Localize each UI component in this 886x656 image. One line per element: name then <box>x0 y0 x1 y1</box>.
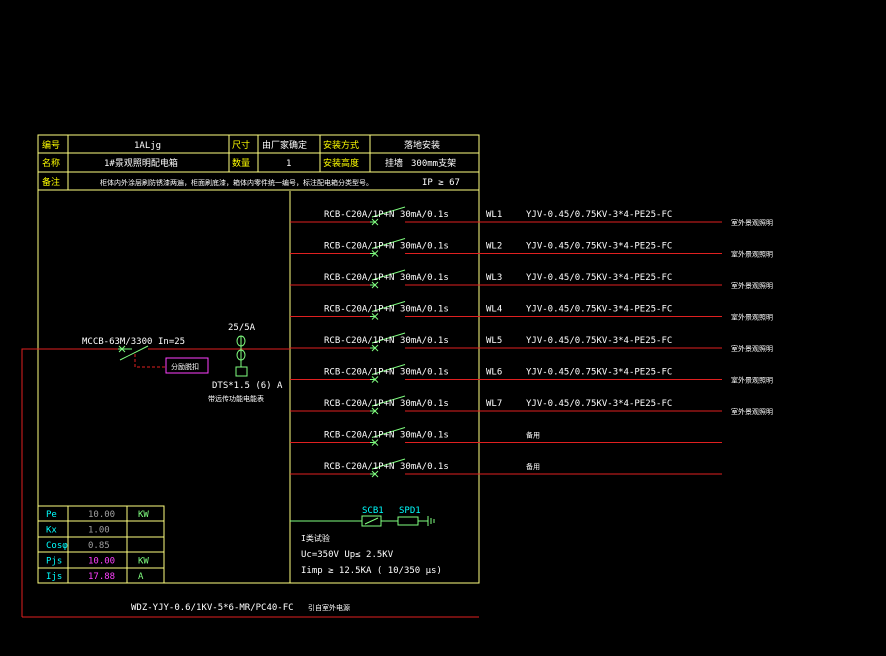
circuit-id-label: WL2 <box>486 242 502 252</box>
circuit-row: RCB-C20A/1P+N 30mA/0.1s 备用 <box>290 427 722 446</box>
header-install-value: 落地安装 <box>404 139 440 151</box>
header-size-label: 尺寸 <box>232 139 250 151</box>
current-transformer-symbol <box>235 335 248 377</box>
circuit-rcd-label: 30mA/0.1s <box>400 210 449 220</box>
outgoing-circuits: RCB-C20A/1P+N 30mA/0.1s WL1 YJV-0.45/0.75KV… <box>290 206 773 478</box>
load-table-param: Pe <box>46 510 57 520</box>
circuit-row: RCB-C20A/1P+N 30mA/0.1s WL3 YJV-0.45/0.75KV… <box>290 269 773 290</box>
spd-branch <box>290 515 435 527</box>
meter-note: 带远传功能电能表 <box>208 394 264 403</box>
circuit-rcd-label: 30mA/0.1s <box>400 368 449 378</box>
header-height-label: 安装高度 <box>323 157 359 169</box>
circuit-breaker-label: RCB-C20A/1P+N <box>324 462 394 472</box>
load-table-value: 0.85 <box>88 541 110 551</box>
header-ip-value: IP ≥ 67 <box>422 178 460 188</box>
circuit-cable-label: 备用 <box>526 462 540 471</box>
circuit-cable-label: YJV-0.45/0.75KV-3*4-PE25-FC <box>526 399 672 409</box>
circuit-rcd-label: 30mA/0.1s <box>400 399 449 409</box>
incoming-cable-label: WDZ-YJY-0.6/1KV-5*6-MR/PC40-FC <box>131 603 294 613</box>
meter-label: DTS*1.5 (6) A <box>212 381 283 391</box>
header-height-value: 挂墙 <box>385 157 403 169</box>
circuit-rcd-label: 30mA/0.1s <box>400 431 449 441</box>
spd-class: I类试验 <box>301 533 330 543</box>
circuit-breaker-label: RCB-C20A/1P+N <box>324 242 394 252</box>
meter-ratio-label: 25/5A <box>228 323 256 333</box>
circuit-breaker-label: RCB-C20A/1P+N <box>324 399 394 409</box>
scb-label: SCB1 <box>362 506 384 516</box>
circuit-row: RCB-C20A/1P+N 30mA/0.1s WL1 YJV-0.45/0.75KV… <box>290 206 773 227</box>
circuit-id-label: WL6 <box>486 368 502 378</box>
header-size-value: 由厂家确定 <box>262 139 307 151</box>
load-table-param: Kx <box>46 526 57 536</box>
spd-uc: Uc=350V Up≤ 2.5KV <box>301 550 394 560</box>
circuit-cable-label: YJV-0.45/0.75KV-3*4-PE25-FC <box>526 273 672 283</box>
circuit-load-label: 室外景观照明 <box>731 250 773 259</box>
header-name-label: 名称 <box>42 157 60 169</box>
circuit-breaker-label: RCB-C20A/1P+N <box>324 431 394 441</box>
circuit-load-label: 室外景观照明 <box>731 218 773 227</box>
distribution-box-diagram: 编号 1ALjg 尺寸 由厂家确定 安装方式 落地安装 名称 1#景观照明配电箱… <box>21 134 773 618</box>
circuit-id-label: WL5 <box>486 336 502 346</box>
load-table-unit: KW <box>138 557 149 567</box>
circuit-breaker-label: RCB-C20A/1P+N <box>324 336 394 346</box>
header-name-value: 1#景观照明配电箱 <box>104 157 178 169</box>
load-table-param: Ijs <box>46 572 62 582</box>
header-qty-value: 1 <box>286 159 291 169</box>
spd-label: SPD1 <box>399 506 421 516</box>
circuit-row: RCB-C20A/1P+N 30mA/0.1s WL6 YJV-0.45/0.75KV… <box>290 364 773 385</box>
circuit-load-label: 室外景观照明 <box>731 344 773 353</box>
main-breaker-label: MCCB-63M/3300 <box>82 337 152 347</box>
circuit-row: RCB-C20A/1P+N 30mA/0.1s WL2 YJV-0.45/0.75KV… <box>290 238 773 259</box>
circuit-rcd-label: 30mA/0.1s <box>400 273 449 283</box>
header-code-value: 1ALjg <box>134 141 161 151</box>
circuit-cable-label: YJV-0.45/0.75KV-3*4-PE25-FC <box>526 336 672 346</box>
shunt-trip-label: 分励脱扣 <box>171 362 199 371</box>
header-remark-value: 柜体内外涂层刷防锈漆两遍，柜面刷底漆，箱体内零件统一编号，标注配电箱分类型号。 <box>100 178 373 187</box>
load-table-unit: KW <box>138 510 149 520</box>
circuit-cable-label: YJV-0.45/0.75KV-3*4-PE25-FC <box>526 242 672 252</box>
circuit-cable-label: YJV-0.45/0.75KV-3*4-PE25-FC <box>526 210 672 220</box>
load-table-value: 10.00 <box>88 510 115 520</box>
circuit-cable-label: 备用 <box>526 431 540 440</box>
circuit-rcd-label: 30mA/0.1s <box>400 242 449 252</box>
circuit-cable-label: YJV-0.45/0.75KV-3*4-PE25-FC <box>526 305 672 315</box>
load-table-param: Pjs <box>46 557 62 567</box>
circuit-breaker-label: RCB-C20A/1P+N <box>324 210 394 220</box>
circuit-id-label: WL1 <box>486 210 502 220</box>
spd-iimp: Iimp ≥ 12.5KA ( 10/350 μs) <box>301 566 442 576</box>
circuit-breaker-label: RCB-C20A/1P+N <box>324 368 394 378</box>
incoming-cable-note: 引自室外电源 <box>308 603 350 612</box>
header-install-label: 安装方式 <box>323 139 359 151</box>
circuit-row: RCB-C20A/1P+N 30mA/0.1s 备用 <box>290 458 722 478</box>
circuit-load-label: 室外景观照明 <box>731 407 773 416</box>
circuit-id-label: WL3 <box>486 273 502 283</box>
circuit-row: RCB-C20A/1P+N 30mA/0.1s WL5 YJV-0.45/0.75KV… <box>290 332 773 353</box>
header-qty-label: 数量 <box>232 157 250 169</box>
load-table-value: 10.00 <box>88 557 115 567</box>
circuit-load-label: 室外景观照明 <box>731 281 773 290</box>
load-table-value: 1.00 <box>88 526 110 536</box>
circuit-row: RCB-C20A/1P+N 30mA/0.1s WL4 YJV-0.45/0.75KV… <box>290 301 773 322</box>
circuit-breaker-label: RCB-C20A/1P+N <box>324 273 394 283</box>
circuit-row: RCB-C20A/1P+N 30mA/0.1s WL7 YJV-0.45/0.75KV… <box>290 395 773 416</box>
circuit-breaker-label: RCB-C20A/1P+N <box>324 305 394 315</box>
load-table-value: 17.88 <box>88 572 115 582</box>
circuit-rcd-label: 30mA/0.1s <box>400 305 449 315</box>
header-code-label: 编号 <box>42 139 60 151</box>
circuit-load-label: 室外景观照明 <box>731 376 773 385</box>
circuit-load-label: 室外景观照明 <box>731 313 773 322</box>
header-remark-label: 备注 <box>42 176 60 188</box>
circuit-rcd-label: 30mA/0.1s <box>400 336 449 346</box>
circuit-rcd-label: 30mA/0.1s <box>400 462 449 472</box>
circuit-id-label: WL4 <box>486 305 502 315</box>
circuit-id-label: WL7 <box>486 399 502 409</box>
load-table-param: Cosφ <box>46 541 68 551</box>
load-table-unit: A <box>138 572 144 582</box>
main-breaker-symbol <box>118 345 149 361</box>
main-breaker-rating: In=25 <box>158 337 185 347</box>
header-height-bracket: 300mm支架 <box>411 157 456 169</box>
circuit-cable-label: YJV-0.45/0.75KV-3*4-PE25-FC <box>526 368 672 378</box>
